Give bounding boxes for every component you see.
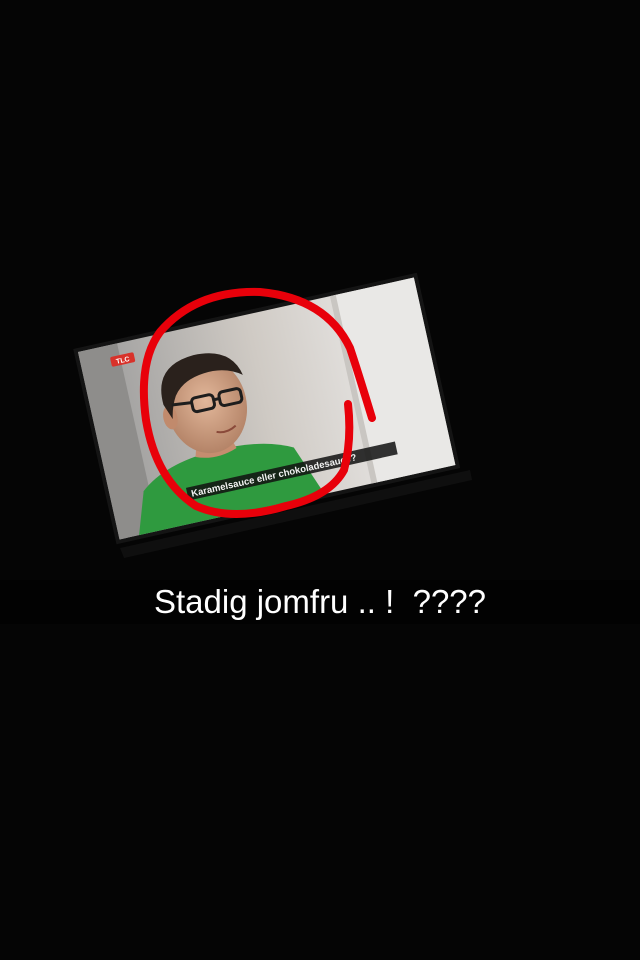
photo-scene: TLC Karamelsauce eller chokoladesauce?: [0, 0, 640, 960]
caption-text: Stadig jomfru .. ! ????: [153, 583, 486, 620]
caption-bar: Stadig jomfru .. ! ????: [0, 580, 640, 624]
